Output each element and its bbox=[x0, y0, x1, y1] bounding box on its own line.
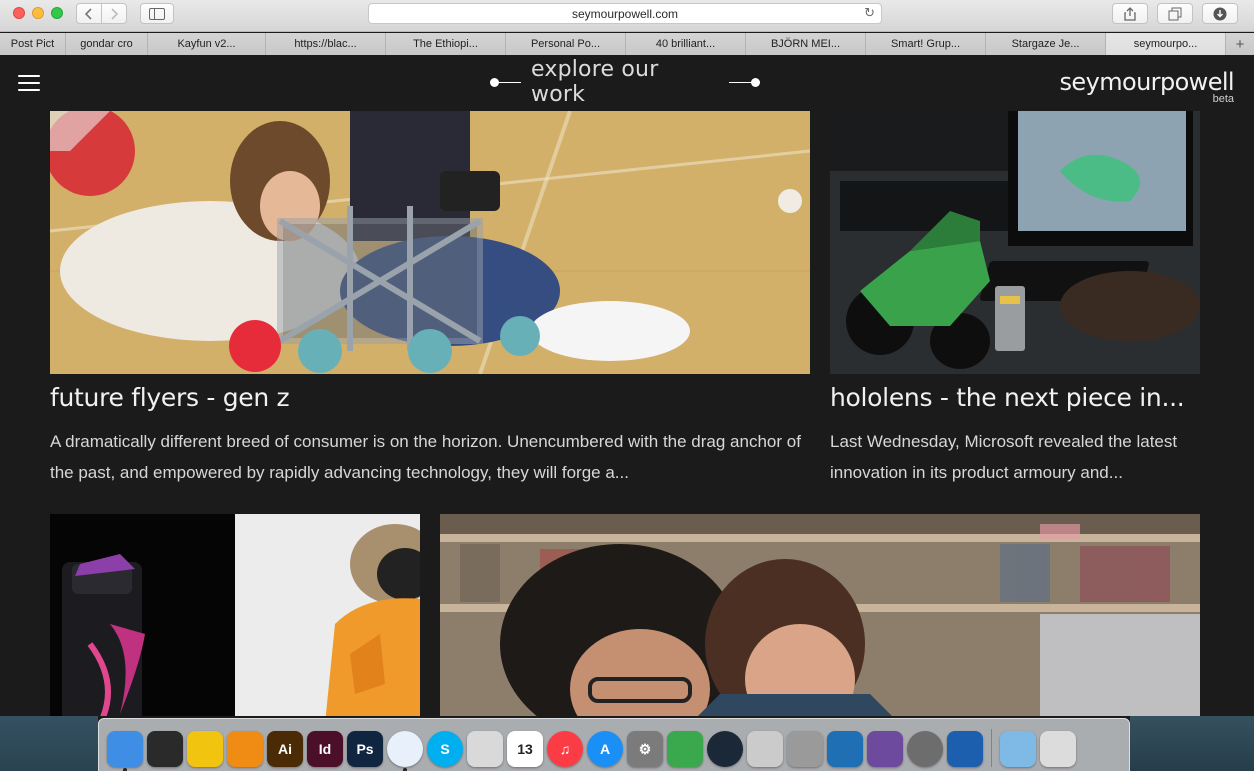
dock-icon-glyph: Ps bbox=[356, 741, 374, 757]
share-button[interactable] bbox=[1112, 3, 1148, 24]
system-preferences-icon[interactable]: ⚙ bbox=[627, 731, 663, 767]
folder-icon[interactable] bbox=[1000, 731, 1036, 767]
printer-icon[interactable] bbox=[747, 731, 783, 767]
card-image-office[interactable] bbox=[440, 514, 1200, 716]
browser-tab[interactable]: Personal Po... bbox=[506, 33, 626, 55]
browser-tab[interactable]: gondar cro bbox=[66, 33, 148, 55]
card-image-jacket[interactable] bbox=[235, 514, 420, 716]
downloads-button[interactable] bbox=[1202, 3, 1238, 24]
browser-tab[interactable]: The Ethiopi... bbox=[386, 33, 506, 55]
site-logo[interactable]: seymourpowell beta bbox=[1059, 68, 1235, 105]
jacket-illustration bbox=[235, 514, 420, 716]
logo-name: seymourpowell bbox=[1059, 68, 1235, 96]
card-image-hololens[interactable] bbox=[830, 111, 1200, 374]
sidebar-icon bbox=[149, 7, 165, 20]
dock-icon-glyph: S bbox=[440, 741, 450, 757]
dock: Ai Id Ps S 13 ♫ A ⚙ bbox=[98, 718, 1130, 771]
photoshop-icon[interactable]: Ps bbox=[347, 731, 383, 767]
tabs-overview-icon bbox=[1168, 7, 1182, 20]
finder-icon[interactable] bbox=[107, 731, 143, 771]
motorcycle-cad-illustration bbox=[830, 111, 1200, 374]
reload-icon[interactable]: ↻ bbox=[864, 5, 875, 21]
site-header: explore our work seymourpowell beta bbox=[0, 56, 1254, 111]
itunes-icon[interactable]: ♫ bbox=[547, 731, 583, 767]
skype-icon[interactable]: S bbox=[427, 731, 463, 767]
browser-tab[interactable]: Smart! Grup... bbox=[866, 33, 986, 55]
owl-icon[interactable] bbox=[787, 731, 823, 767]
menu-icon[interactable] bbox=[18, 75, 40, 91]
mammoth-icon[interactable] bbox=[907, 731, 943, 767]
dock-separator bbox=[991, 729, 992, 767]
sidebar-button[interactable] bbox=[140, 3, 174, 24]
chevron-right-icon bbox=[111, 7, 119, 20]
indesign-icon[interactable]: Id bbox=[307, 731, 343, 767]
card-description: Last Wednesday, Microsoft revealed the l… bbox=[830, 432, 1178, 482]
tab-bar: Post Pict gondar cro Kayfun v2... https://b… bbox=[0, 33, 1254, 55]
minimize-window-button[interactable] bbox=[32, 7, 44, 19]
url-text: seymourpowell.com bbox=[571, 6, 679, 21]
browser-toolbar: seymourpowell.com ↻ bbox=[0, 0, 1254, 32]
axe-can-illustration bbox=[50, 514, 235, 716]
share-icon bbox=[1124, 6, 1136, 21]
app-store-icon[interactable]: A bbox=[587, 731, 623, 767]
work-grid: future flyers - gen z A dramatically dif… bbox=[0, 111, 1254, 716]
card-image-axe[interactable] bbox=[50, 514, 235, 716]
browser-tab[interactable]: BJÖRN MEI... bbox=[746, 33, 866, 55]
cyberduck-icon[interactable] bbox=[187, 731, 223, 767]
zoom-window-button[interactable] bbox=[51, 7, 63, 19]
explore-label: explore our work bbox=[531, 57, 659, 107]
dock-icon-glyph: ⚙ bbox=[638, 740, 652, 757]
browser-tab[interactable]: seymourpo... bbox=[1106, 33, 1226, 55]
explore-left-ornament bbox=[490, 77, 521, 87]
office-people-illustration bbox=[440, 514, 1200, 716]
desktop-background bbox=[0, 716, 98, 771]
dock-icon-glyph: Ai bbox=[278, 741, 292, 757]
calendar-icon[interactable]: 13 bbox=[507, 731, 543, 767]
browser-tab[interactable]: Post Pict bbox=[0, 33, 66, 55]
browser-tab[interactable]: Kayfun v2... bbox=[148, 33, 266, 55]
browser-tab[interactable]: https://blac... bbox=[266, 33, 386, 55]
dock-icon-glyph: ♫ bbox=[559, 741, 571, 757]
steam-icon[interactable] bbox=[707, 731, 743, 767]
back-button[interactable] bbox=[76, 3, 102, 24]
browser-tab[interactable]: Stargaze Je... bbox=[986, 33, 1106, 55]
download-icon bbox=[1213, 7, 1227, 20]
illustrator-icon[interactable]: Ai bbox=[267, 731, 303, 767]
dock-icon-glyph: A bbox=[599, 741, 611, 757]
mission-control-icon[interactable] bbox=[147, 731, 183, 767]
card-image-future-flyers[interactable] bbox=[50, 111, 810, 374]
github-icon[interactable] bbox=[867, 731, 903, 767]
close-window-button[interactable] bbox=[13, 7, 25, 19]
new-tab-button[interactable]: + bbox=[1226, 33, 1254, 55]
frame-icon[interactable] bbox=[827, 731, 863, 767]
explore-our-work[interactable]: explore our work bbox=[490, 57, 760, 107]
show-tabs-button[interactable] bbox=[1157, 3, 1193, 24]
safari-icon[interactable] bbox=[387, 731, 423, 771]
kids-robot-illustration bbox=[50, 111, 810, 374]
chevron-left-icon bbox=[84, 7, 92, 20]
openoffice-icon[interactable] bbox=[947, 731, 983, 767]
dock-icon-glyph: 13 bbox=[517, 741, 533, 757]
trash-icon[interactable] bbox=[1040, 731, 1076, 767]
card-description: A dramatically different breed of consum… bbox=[50, 432, 801, 482]
card-title[interactable]: future flyers - gen z bbox=[50, 383, 290, 412]
joystick-icon[interactable] bbox=[467, 731, 503, 767]
card-title[interactable]: hololens - the next piece in... bbox=[830, 383, 1185, 412]
browser-tab[interactable]: 40 brilliant... bbox=[626, 33, 746, 55]
vlc-icon[interactable] bbox=[227, 731, 263, 767]
desktop-background bbox=[1130, 716, 1254, 771]
forward-button[interactable] bbox=[101, 3, 127, 24]
address-bar[interactable]: seymourpowell.com ↻ bbox=[368, 3, 882, 24]
dock-icon-glyph: Id bbox=[318, 741, 332, 757]
explore-right-ornament bbox=[729, 77, 760, 87]
potion-icon[interactable] bbox=[667, 731, 703, 767]
